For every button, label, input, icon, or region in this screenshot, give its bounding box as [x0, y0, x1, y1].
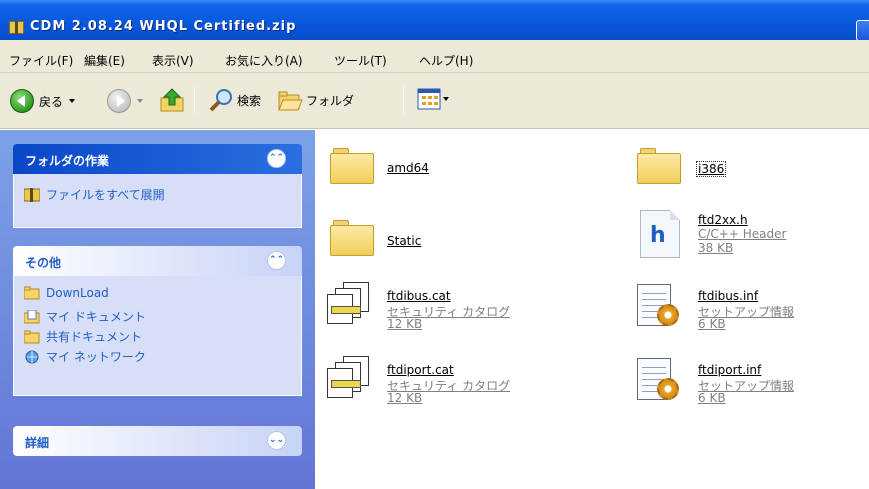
file-name: ftdibus.cat — [387, 289, 451, 303]
menu-favorites[interactable]: お気に入り(A) — [225, 52, 303, 69]
file-name: ftd2xx.h — [698, 213, 748, 227]
details-header[interactable]: 詳細 ⌄⌄ — [13, 426, 302, 456]
other-places-title: その他 — [25, 256, 62, 270]
file-name: i386 — [696, 161, 727, 177]
other-places-header[interactable]: その他 ⌃⌃ — [13, 246, 302, 276]
file-size: 12 KB — [387, 391, 423, 405]
file-name: Static — [387, 234, 422, 248]
forward-arrow-icon — [107, 89, 131, 113]
place-my-network-link[interactable]: マイ ネットワーク — [24, 348, 146, 365]
setup-info-icon — [635, 280, 685, 330]
folder-icon — [23, 330, 40, 344]
folders-button[interactable]: フォルダ — [277, 87, 354, 113]
collapse-icon[interactable]: ⌃⌃ — [267, 149, 286, 168]
file-name: ftdiport.cat — [387, 363, 454, 377]
file-name: ftdiport.inf — [698, 363, 762, 377]
file-type: C/C++ Header — [698, 227, 787, 241]
search-button[interactable]: 検索 — [208, 87, 261, 113]
folders-label: フォルダ — [306, 93, 355, 108]
file-size: 12 KB — [387, 317, 423, 331]
file-size: 6 KB — [698, 391, 726, 405]
views-button[interactable] — [417, 88, 449, 110]
folder-tasks-title: フォルダの作業 — [25, 154, 110, 168]
header-file-icon: h — [640, 210, 680, 258]
window-title: CDM 2.08.24 WHQL Certified.zip — [30, 19, 297, 34]
network-globe-icon — [24, 350, 40, 364]
back-arrow-icon — [10, 89, 34, 113]
back-button[interactable]: 戻る — [10, 89, 76, 113]
menu-help[interactable]: ヘルプ(H) — [419, 52, 473, 69]
my-documents-icon — [23, 309, 40, 324]
place-my-documents-label: マイ ドキュメント — [46, 310, 146, 324]
setup-info-icon — [635, 354, 685, 404]
zip-extract-icon — [23, 187, 41, 202]
place-my-network-label: マイ ネットワーク — [46, 350, 146, 364]
toolbar: 戻る 検索 フォルダ — [0, 73, 869, 129]
place-download-label: DownLoad — [46, 286, 109, 300]
place-download-link[interactable]: DownLoad — [23, 286, 109, 300]
up-folder-icon — [160, 88, 184, 112]
toolbar-separator — [403, 87, 404, 113]
place-shared-documents-link[interactable]: 共有ドキュメント — [23, 328, 143, 345]
forward-button[interactable] — [107, 89, 143, 113]
chevron-down-icon — [69, 99, 76, 103]
toolbar-separator — [194, 87, 195, 113]
up-folder-button[interactable] — [160, 87, 186, 113]
extract-all-label: ファイルをすべて展開 — [46, 188, 165, 202]
back-label: 戻る — [39, 94, 64, 109]
file-size: 38 KB — [698, 241, 734, 255]
details-panel: 詳細 ⌄⌄ — [13, 426, 302, 456]
security-catalog-icon — [327, 282, 377, 328]
folder-icon — [23, 286, 40, 300]
other-places-body: DownLoad マイ ドキュメント 共有ドキュメント マイ ネットワーク — [13, 276, 302, 396]
menu-bar: ファイル(F) 編集(E) 表示(V) お気に入り(A) ツール(T) ヘルプ(… — [0, 40, 869, 73]
security-catalog-icon — [327, 356, 377, 402]
folders-icon — [278, 91, 303, 111]
expand-icon[interactable]: ⌄⌄ — [267, 431, 286, 450]
folder-tasks-panel: フォルダの作業 ⌃⌃ ファイルをすべて展開 — [13, 144, 302, 228]
chevron-down-icon — [443, 97, 449, 101]
search-label: 検索 — [237, 93, 262, 108]
file-name: ftdibus.inf — [698, 289, 759, 303]
folder-icon — [637, 148, 681, 184]
views-icon — [417, 88, 441, 110]
title-bar[interactable]: CDM 2.08.24 WHQL Certified.zip — [0, 0, 869, 41]
extract-all-link[interactable]: ファイルをすべて展開 — [23, 186, 165, 203]
place-shared-documents-label: 共有ドキュメント — [46, 330, 143, 344]
file-size: 6 KB — [698, 317, 726, 331]
file-list-area: amd64 i386 Static h ftd2xx.h C/C++ Heade… — [315, 130, 869, 489]
other-places-panel: その他 ⌃⌃ DownLoad マイ ドキュメント 共有ドキュメント マイ ネッ… — [13, 246, 302, 396]
file-name: amd64 — [387, 161, 429, 175]
menu-file[interactable]: ファイル(F) — [9, 52, 73, 69]
folder-tasks-header[interactable]: フォルダの作業 ⌃⌃ — [13, 144, 302, 174]
folder-tasks-body: ファイルをすべて展開 — [13, 174, 302, 228]
window-control-button[interactable] — [856, 20, 869, 41]
place-my-documents-link[interactable]: マイ ドキュメント — [23, 308, 146, 325]
task-pane: フォルダの作業 ⌃⌃ ファイルをすべて展開 その他 ⌃⌃ DownLoad マイ… — [0, 130, 315, 489]
folder-icon — [330, 148, 374, 184]
folder-icon — [330, 220, 374, 256]
collapse-icon[interactable]: ⌃⌃ — [267, 251, 286, 270]
menu-edit[interactable]: 編集(E) — [84, 52, 125, 69]
search-icon — [209, 89, 232, 112]
zip-folder-icon — [9, 21, 24, 34]
chevron-down-icon — [137, 99, 143, 103]
details-title: 詳細 — [25, 436, 50, 450]
menu-tools[interactable]: ツール(T) — [334, 52, 387, 69]
menu-view[interactable]: 表示(V) — [152, 52, 194, 69]
